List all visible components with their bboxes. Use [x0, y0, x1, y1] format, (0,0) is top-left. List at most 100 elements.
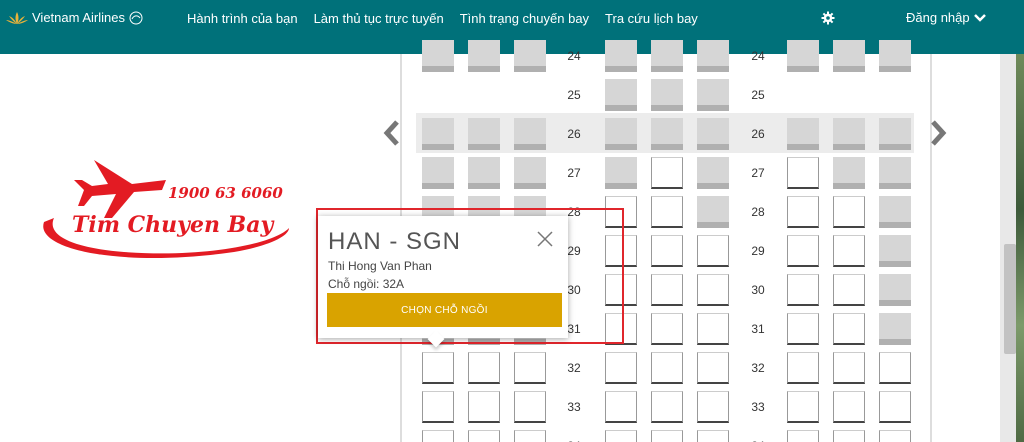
- seat-31-6[interactable]: [697, 313, 729, 345]
- seat-34-3[interactable]: [514, 430, 546, 442]
- seat-26-2: [468, 118, 500, 150]
- seat-27-3: [514, 157, 546, 189]
- seat-30-9: [879, 274, 911, 306]
- close-icon[interactable]: [536, 230, 554, 248]
- side-image: [1016, 54, 1024, 442]
- seat-number: Chỗ ngồi: 32A: [328, 277, 405, 291]
- seat-28-8[interactable]: [833, 196, 865, 228]
- passenger-name: Thi Hong Van Phan: [328, 259, 432, 273]
- nav-item-flight-schedule[interactable]: Tra cứu lịch bay: [605, 11, 698, 26]
- seat-34-7[interactable]: [787, 430, 819, 442]
- seat-32-6[interactable]: [697, 352, 729, 384]
- watermark-phone: 1900 63 6060: [168, 184, 283, 202]
- seat-33-4[interactable]: [605, 391, 637, 423]
- row-number: 29: [751, 244, 765, 258]
- seat-24-9: [879, 40, 911, 72]
- seat-32-3[interactable]: [514, 352, 546, 384]
- row-number: 33: [751, 400, 765, 414]
- seat-27-9: [879, 157, 911, 189]
- seat-33-6[interactable]: [697, 391, 729, 423]
- seat-27-2: [468, 157, 500, 189]
- seat-33-8[interactable]: [833, 391, 865, 423]
- seat-26-4: [605, 118, 637, 150]
- row-number: 33: [567, 400, 581, 414]
- seat-26-6: [697, 118, 729, 150]
- nav-item-flight-status[interactable]: Tình trạng chuyến bay: [460, 11, 589, 26]
- seat-28-5[interactable]: [651, 196, 683, 228]
- seat-24-5: [651, 40, 683, 72]
- seat-28-7[interactable]: [787, 196, 819, 228]
- seat-24-3: [514, 40, 546, 72]
- seat-27-4: [605, 157, 637, 189]
- nav-item-your-trip[interactable]: Hành trình của bạn: [187, 11, 298, 26]
- nav-item-online-checkin[interactable]: Làm thủ tục trực tuyến: [314, 11, 444, 26]
- seat-29-6[interactable]: [697, 235, 729, 267]
- seat-33-2[interactable]: [468, 391, 500, 423]
- tim-chuyen-bay-logo: 1900 63 6060 Tim Chuyen Bay: [43, 160, 289, 259]
- seat-30-7[interactable]: [787, 274, 819, 306]
- row-number: 26: [751, 127, 765, 141]
- seat-31-5[interactable]: [651, 313, 683, 345]
- seat-27-7[interactable]: [787, 157, 819, 189]
- seat-28-9: [879, 196, 911, 228]
- seat-29-8[interactable]: [833, 235, 865, 267]
- seat-30-5[interactable]: [651, 274, 683, 306]
- row-number: 32: [567, 361, 581, 375]
- seat-25-6: [697, 79, 729, 111]
- seat-32-5[interactable]: [651, 352, 683, 384]
- row-number: 27: [751, 166, 765, 180]
- seat-34-4[interactable]: [605, 430, 637, 442]
- choose-seat-button[interactable]: CHỌN CHỖ NGỒI: [327, 293, 562, 327]
- seat-33-1[interactable]: [422, 391, 454, 423]
- seat-33-3[interactable]: [514, 391, 546, 423]
- seat-26-9: [879, 118, 911, 150]
- seat-33-5[interactable]: [651, 391, 683, 423]
- seat-34-8[interactable]: [833, 430, 865, 442]
- login-button[interactable]: Đăng nhập: [906, 10, 986, 25]
- seat-32-2[interactable]: [468, 352, 500, 384]
- seat-32-9[interactable]: [879, 352, 911, 384]
- seat-34-1[interactable]: [422, 430, 454, 442]
- seat-24-7: [787, 40, 819, 72]
- row-number: 24: [751, 49, 765, 63]
- swirl-icon: [129, 11, 143, 24]
- seat-34-6[interactable]: [697, 430, 729, 442]
- top-navigation-bar: Vietnam Airlines Hành trình của bạn Làm …: [0, 0, 1024, 54]
- seat-32-7[interactable]: [787, 352, 819, 384]
- gear-icon[interactable]: [821, 11, 835, 25]
- seat-24-1: [422, 40, 454, 72]
- seat-34-9[interactable]: [879, 430, 911, 442]
- seat-30-6[interactable]: [697, 274, 729, 306]
- chevron-right-icon[interactable]: [928, 118, 948, 148]
- seat-34-2[interactable]: [468, 430, 500, 442]
- seat-33-9[interactable]: [879, 391, 911, 423]
- chevron-left-icon[interactable]: [382, 118, 402, 148]
- seat-34-5[interactable]: [651, 430, 683, 442]
- seat-27-1: [422, 157, 454, 189]
- seat-32-4[interactable]: [605, 352, 637, 384]
- seat-31-8[interactable]: [833, 313, 865, 345]
- seat-24-8: [833, 40, 865, 72]
- row-number: 31: [751, 322, 765, 336]
- seat-32-1[interactable]: [422, 352, 454, 384]
- seat-31-7[interactable]: [787, 313, 819, 345]
- seat-26-5: [651, 118, 683, 150]
- seat-30-8[interactable]: [833, 274, 865, 306]
- seat-32-8[interactable]: [833, 352, 865, 384]
- chevron-down-icon: [973, 13, 986, 22]
- row-number: 25: [751, 88, 765, 102]
- seat-24-4: [605, 40, 637, 72]
- scrollbar-thumb[interactable]: [1004, 244, 1016, 354]
- row-number: 26: [567, 127, 581, 141]
- seat-25-5: [651, 79, 683, 111]
- brand-name: Vietnam Airlines: [32, 10, 125, 25]
- lotus-icon: [6, 11, 28, 24]
- scrollbar[interactable]: [1000, 54, 1024, 442]
- seat-29-7[interactable]: [787, 235, 819, 267]
- brand-logo[interactable]: Vietnam Airlines: [6, 10, 143, 25]
- seat-33-7[interactable]: [787, 391, 819, 423]
- seat-26-8: [833, 118, 865, 150]
- seat-29-5[interactable]: [651, 235, 683, 267]
- row-number: 24: [567, 49, 581, 63]
- seat-27-5[interactable]: [651, 157, 683, 189]
